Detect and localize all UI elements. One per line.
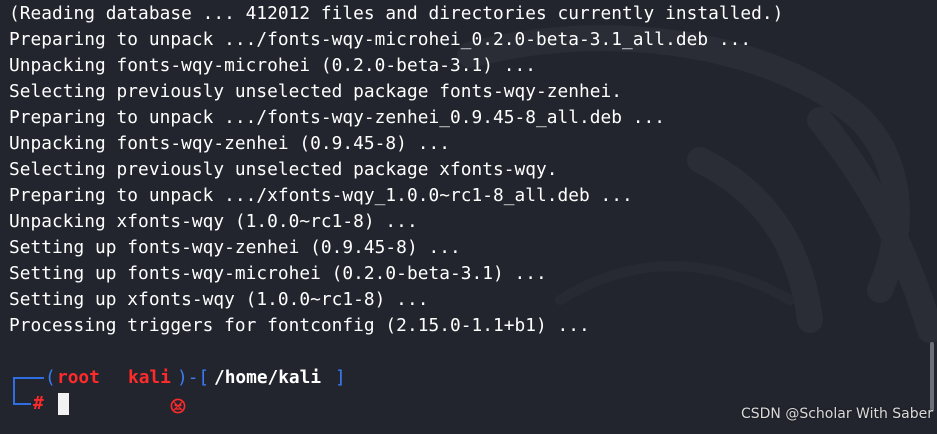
prompt-corner-top xyxy=(13,377,44,391)
output-line: Processing triggers for fontconfig (2.15… xyxy=(9,315,590,336)
output-line: Preparing to unpack .../xfonts-wqy_1.0.0… xyxy=(9,185,633,206)
output-line: Preparing to unpack .../fonts-wqy-zenhei… xyxy=(9,107,666,128)
prompt-close-bracket: ] xyxy=(335,367,346,388)
output-line: (Reading database ... 412012 files and d… xyxy=(9,3,784,24)
scrollbar-thumb[interactable] xyxy=(930,342,934,412)
output-line: Unpacking xfonts-wqy (1.0.0~rc1-8) ... xyxy=(9,211,418,232)
prompt-symbol: # xyxy=(33,393,44,414)
output-line: Selecting previously unselected package … xyxy=(9,81,623,102)
watermark-text: CSDN @Scholar With Saber xyxy=(740,406,933,422)
prompt-host: kali xyxy=(128,367,171,388)
output-line: Preparing to unpack .../fonts-wqy-microh… xyxy=(9,29,752,50)
output-line: Setting up fonts-wqy-microhei (0.2.0-bet… xyxy=(9,263,547,284)
prompt-path: /home/kali xyxy=(214,367,322,388)
output-line: Setting up fonts-wqy-zenhei (0.9.45-8) .… xyxy=(9,237,461,258)
terminal-output: (Reading database ... 412012 files and d… xyxy=(9,1,783,339)
prompt-header: ( root kali )-[ /home/kali ] xyxy=(0,365,346,414)
output-line: Setting up xfonts-wqy (1.0.0~rc1-8) ... xyxy=(9,289,429,310)
prompt-separator: )-[ xyxy=(177,367,210,388)
output-line: Unpacking fonts-wqy-zenhei (0.9.45-8) ..… xyxy=(9,133,450,154)
output-line: Selecting previously unselected package … xyxy=(9,159,558,180)
prompt-user: root xyxy=(57,367,100,388)
prompt-input-line[interactable]: # xyxy=(0,391,69,417)
output-line: Unpacking fonts-wqy-microhei (0.2.0-beta… xyxy=(9,55,537,76)
terminal-window[interactable]: (Reading database ... 412012 files and d… xyxy=(0,0,937,434)
text-cursor[interactable] xyxy=(58,393,69,415)
prompt-open-paren: ( xyxy=(45,367,56,388)
prompt-corner-bottom xyxy=(13,391,31,405)
